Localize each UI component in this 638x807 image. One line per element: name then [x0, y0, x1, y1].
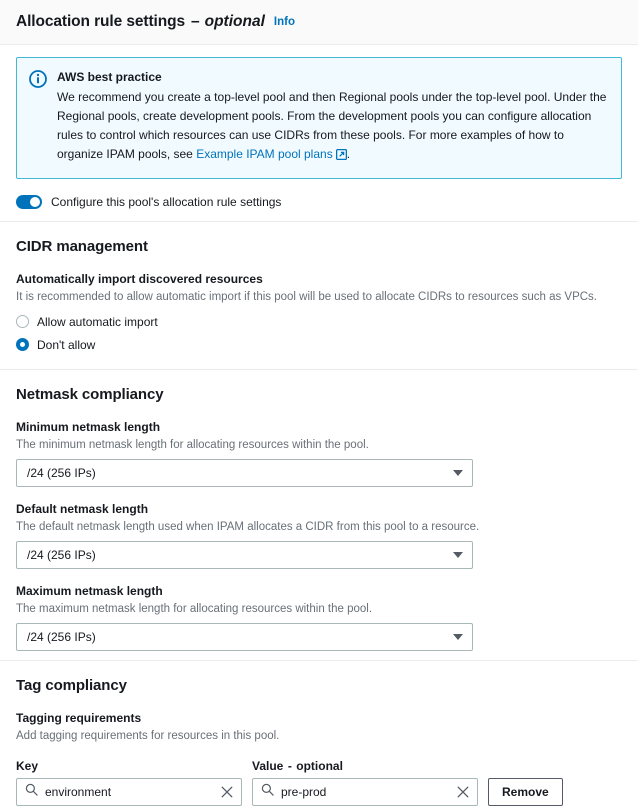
- info-circle-icon: [29, 68, 47, 166]
- toggle-label: Configure this pool's allocation rule se…: [51, 195, 282, 209]
- tag-value-column-dash: -: [287, 759, 292, 773]
- section-netmask-compliancy: Netmask compliancy Minimum netmask lengt…: [16, 370, 622, 651]
- alert-body: AWS best practice We recommend you creat…: [57, 68, 609, 166]
- tag-key-column-title: Key: [16, 759, 39, 773]
- tagging-requirements-field: Tagging requirements Add tagging require…: [16, 710, 622, 745]
- page-content: AWS best practice We recommend you creat…: [0, 57, 638, 209]
- clear-value-icon[interactable]: [457, 786, 469, 798]
- maximum-netmask-field: Maximum netmask length The maximum netma…: [16, 583, 622, 651]
- radio-icon-checked[interactable]: [16, 338, 29, 351]
- radio-dont-allow[interactable]: Don't allow: [16, 334, 622, 355]
- configure-allocation-rules-toggle-row[interactable]: Configure this pool's allocation rule se…: [16, 195, 622, 209]
- tag-key-input-wrapper[interactable]: [16, 778, 242, 806]
- alert-title: AWS best practice: [57, 70, 162, 84]
- maximum-netmask-description: The maximum netmask length for allocatin…: [16, 603, 373, 615]
- allocation-rule-settings-page: Allocation rule settings – optional Info…: [0, 0, 638, 807]
- tag-compliancy-title: Tag compliancy: [16, 677, 127, 694]
- remove-tag-button[interactable]: Remove: [488, 778, 563, 806]
- minimum-netmask-label: Minimum netmask length: [16, 420, 161, 434]
- section-cidr-management: CIDR management Automatically import dis…: [16, 222, 622, 355]
- configure-allocation-rules-toggle[interactable]: [16, 195, 42, 209]
- example-ipam-pool-plans-link[interactable]: Example IPAM pool plans: [196, 147, 333, 161]
- minimum-netmask-field: Minimum netmask length The minimum netma…: [16, 419, 622, 487]
- search-icon: [261, 783, 274, 801]
- default-netmask-label: Default netmask length: [16, 502, 149, 516]
- tag-value-input[interactable]: [281, 785, 450, 799]
- tag-key-input[interactable]: [45, 785, 214, 799]
- cidr-management-content: CIDR management Automatically import dis…: [0, 222, 638, 355]
- minimum-netmask-select[interactable]: /24 (256 IPs): [16, 459, 473, 487]
- maximum-netmask-value: /24 (256 IPs): [27, 630, 96, 644]
- tag-compliancy-content: Tag compliancy Tagging requirements Add …: [0, 661, 638, 807]
- radio-allow-automatic-import[interactable]: Allow automatic import: [16, 311, 622, 332]
- page-title: Allocation rule settings: [16, 13, 185, 30]
- tag-value-column-optional: optional: [296, 759, 343, 773]
- netmask-compliancy-content: Netmask compliancy Minimum netmask lengt…: [0, 370, 638, 651]
- tagging-requirements-label: Tagging requirements: [16, 711, 142, 725]
- tag-value-input-wrapper[interactable]: [252, 778, 478, 806]
- tag-row: Remove: [16, 778, 622, 806]
- chevron-down-icon: [453, 470, 463, 476]
- default-netmask-select[interactable]: /24 (256 IPs): [16, 541, 473, 569]
- maximum-netmask-label: Maximum netmask length: [16, 584, 163, 598]
- tag-columns-header: Key Value - optional: [16, 757, 622, 775]
- auto-import-field: Automatically import discovered resource…: [16, 271, 622, 355]
- default-netmask-description: The default netmask length used when IPA…: [16, 521, 480, 533]
- section-tag-compliancy: Tag compliancy Tagging requirements Add …: [16, 661, 622, 807]
- clear-key-icon[interactable]: [221, 786, 233, 798]
- minimum-netmask-description: The minimum netmask length for allocatin…: [16, 439, 369, 451]
- toggle-knob: [30, 197, 40, 207]
- cidr-management-title: CIDR management: [16, 238, 148, 255]
- tagging-requirements-description: Add tagging requirements for resources i…: [16, 730, 280, 742]
- radio-label-allow: Allow automatic import: [37, 314, 158, 329]
- page-title-optional: optional: [204, 13, 265, 30]
- tag-value-column-title: Value: [252, 759, 284, 773]
- alert-text: We recommend you create a top-level pool…: [57, 88, 609, 166]
- tag-key-column-header: Key: [16, 757, 252, 775]
- info-link[interactable]: Info: [274, 16, 295, 28]
- best-practice-alert: AWS best practice We recommend you creat…: [16, 57, 622, 179]
- radio-label-dont-allow: Don't allow: [37, 337, 96, 352]
- search-icon: [25, 783, 38, 801]
- chevron-down-icon: [453, 634, 463, 640]
- page-title-dash: –: [191, 13, 200, 30]
- auto-import-label: Automatically import discovered resource…: [16, 272, 263, 286]
- default-netmask-value: /24 (256 IPs): [27, 548, 96, 562]
- chevron-down-icon: [453, 552, 463, 558]
- tag-value-column-header: Value - optional: [252, 757, 488, 775]
- auto-import-description: It is recommended to allow automatic imp…: [16, 291, 597, 303]
- auto-import-radio-group: Allow automatic import Don't allow: [16, 311, 622, 355]
- alert-text-tail: .: [346, 147, 351, 161]
- external-link-icon[interactable]: [335, 147, 347, 166]
- maximum-netmask-select[interactable]: /24 (256 IPs): [16, 623, 473, 651]
- minimum-netmask-value: /24 (256 IPs): [27, 466, 96, 480]
- page-header: Allocation rule settings – optional Info: [0, 0, 638, 45]
- radio-icon-unchecked[interactable]: [16, 315, 29, 328]
- netmask-compliancy-title: Netmask compliancy: [16, 386, 164, 403]
- default-netmask-field: Default netmask length The default netma…: [16, 501, 622, 569]
